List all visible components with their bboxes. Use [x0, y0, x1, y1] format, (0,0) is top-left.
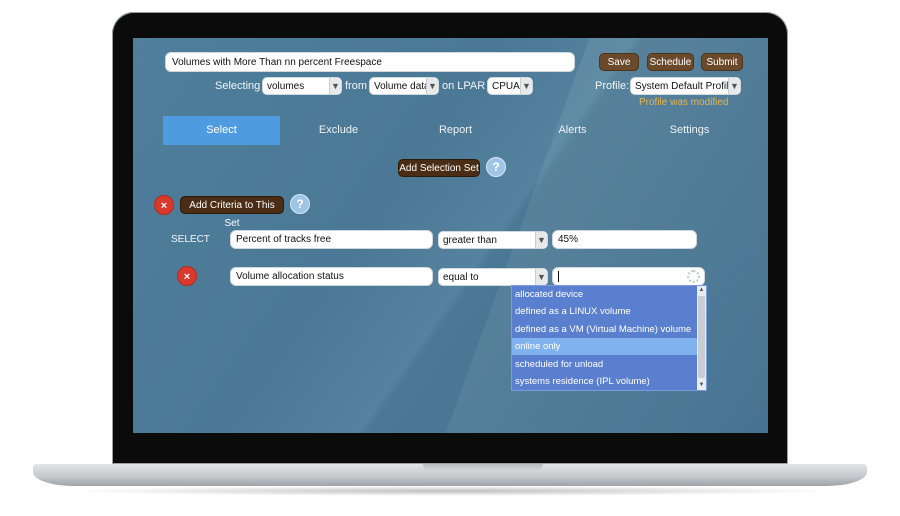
- option-item[interactable]: defined as a VM (Virtual Machine) volume: [512, 321, 698, 338]
- option-item[interactable]: defined as a LINUX volume: [512, 303, 698, 320]
- option-item[interactable]: systems residence (IPL volume): [512, 373, 698, 390]
- value-options-list[interactable]: allocated device defined as a LINUX volu…: [511, 285, 707, 391]
- scrollbar-thumb[interactable]: [698, 296, 705, 378]
- query-title-input[interactable]: Volumes with More Than nn percent Freesp…: [165, 52, 575, 72]
- remove-criteria-button[interactable]: ×: [177, 266, 197, 286]
- tab-settings[interactable]: Settings: [631, 116, 748, 145]
- lpar-dropdown[interactable]: CPUA ▼: [487, 77, 533, 95]
- schedule-button[interactable]: Schedule: [647, 53, 694, 71]
- option-item[interactable]: scheduled for unload: [512, 356, 698, 373]
- select-keyword: SELECT: [171, 234, 210, 245]
- criteria-operator-dropdown[interactable]: equal to ▼: [438, 268, 548, 286]
- gear-icon[interactable]: [687, 270, 700, 283]
- operator-value: greater than: [443, 235, 497, 246]
- tab-exclude[interactable]: Exclude: [280, 116, 397, 145]
- operator-value: equal to: [443, 272, 479, 283]
- selecting-label: Selecting: [215, 80, 261, 92]
- option-item-highlighted[interactable]: online only: [512, 338, 698, 355]
- help-icon[interactable]: ?: [486, 157, 506, 177]
- tab-alerts[interactable]: Alerts: [514, 116, 631, 145]
- selecting-value: volumes: [267, 81, 305, 92]
- chevron-down-icon: ▼: [329, 78, 341, 94]
- selecting-dropdown[interactable]: volumes ▼: [262, 77, 342, 95]
- criteria-value-input[interactable]: [552, 267, 705, 286]
- profile-dropdown[interactable]: System Default Profile ▼: [630, 77, 741, 95]
- criteria-field-input[interactable]: Volume allocation status: [230, 267, 433, 286]
- criteria-field-input[interactable]: Percent of tracks free: [230, 230, 433, 249]
- laptop-frame: Volumes with More Than nn percent Freesp…: [0, 0, 900, 516]
- add-criteria-button[interactable]: Add Criteria to This Set: [180, 196, 284, 229]
- base-notch: [423, 464, 543, 471]
- criteria-value-input[interactable]: 45%: [552, 230, 697, 249]
- from-dropdown[interactable]: Volume data ▼: [369, 77, 439, 95]
- profile-value: System Default Profile: [635, 81, 734, 92]
- app-screen: Volumes with More Than nn percent Freesp…: [133, 38, 768, 433]
- criteria-operator-dropdown[interactable]: greater than ▼: [438, 231, 548, 249]
- scroll-down-icon[interactable]: ▼: [697, 381, 706, 390]
- chevron-down-icon: ▼: [520, 78, 532, 94]
- close-icon: ×: [183, 271, 191, 283]
- from-value: Volume data: [374, 81, 430, 92]
- chevron-down-icon: ▼: [535, 232, 547, 248]
- options-scrollbar[interactable]: ▲ ▼: [697, 286, 706, 390]
- lpar-value: CPUA: [492, 81, 520, 92]
- profile-label: Profile:: [595, 80, 630, 92]
- scroll-up-icon[interactable]: ▲: [697, 286, 706, 295]
- profile-modified-status: Profile was modified: [639, 97, 729, 108]
- chevron-down-icon: ▼: [728, 78, 740, 94]
- tab-select[interactable]: Select: [163, 116, 280, 145]
- close-icon: ×: [160, 200, 168, 212]
- laptop-base: [33, 464, 867, 486]
- tab-report[interactable]: Report: [397, 116, 514, 145]
- help-icon[interactable]: ?: [290, 194, 310, 214]
- text-cursor: [558, 271, 559, 282]
- submit-button[interactable]: Submit: [701, 53, 743, 71]
- from-label: from: [345, 80, 367, 92]
- lpar-label: on LPAR: [442, 80, 486, 92]
- save-button[interactable]: Save: [599, 53, 639, 71]
- add-selection-set-button[interactable]: Add Selection Set: [398, 159, 480, 177]
- option-item[interactable]: allocated device: [512, 286, 698, 303]
- chevron-down-icon: ▼: [426, 78, 438, 94]
- laptop-shadow: [60, 486, 840, 496]
- remove-set-button[interactable]: ×: [154, 195, 174, 215]
- chevron-down-icon: ▼: [535, 269, 547, 285]
